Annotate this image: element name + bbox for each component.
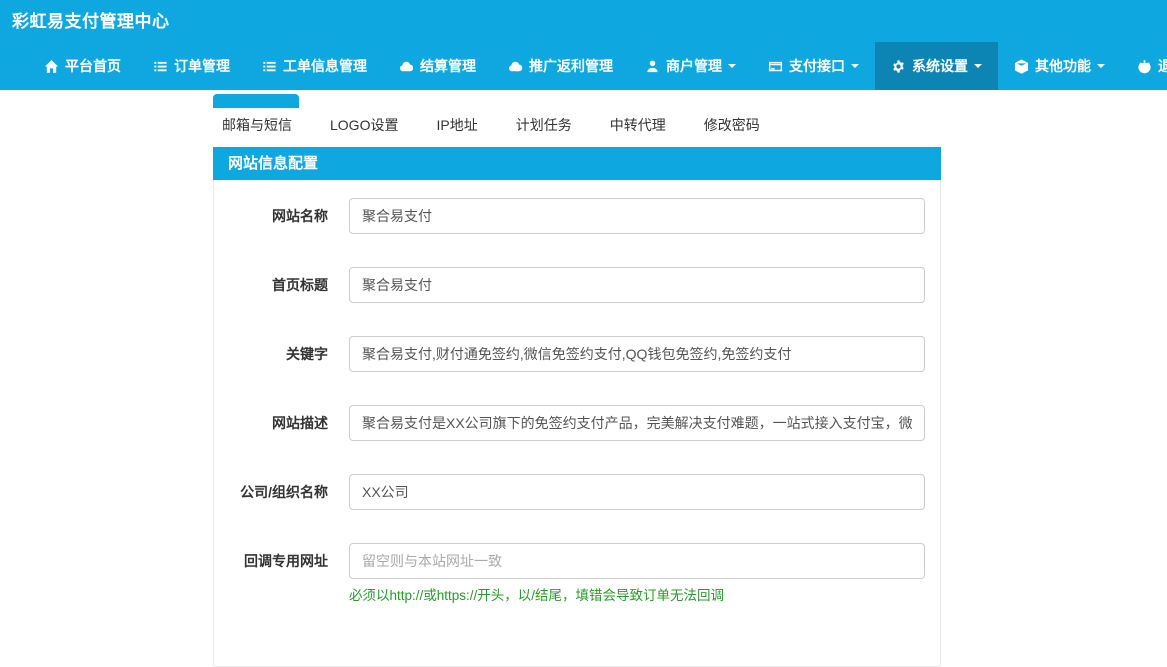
field-label: 网站描述 — [229, 405, 328, 441]
tab-email-sms[interactable]: 邮箱与短信 — [222, 115, 292, 135]
cloud-icon — [399, 59, 414, 74]
form-row-home-title: 首页标题 — [229, 267, 925, 303]
top-header: 彩虹易支付管理中心 平台首页 订单管理 工单信息管理 结算管理 — [0, 0, 1167, 90]
nav-label: 商户管理 — [666, 56, 722, 76]
nav-item-logout[interactable]: 退出登录 — [1121, 42, 1167, 90]
user-icon — [645, 59, 660, 74]
panel-title: 网站信息配置 — [213, 147, 941, 180]
nav-item-home[interactable]: 平台首页 — [28, 42, 137, 90]
nav-item-promotion-rebate[interactable]: 推广返利管理 — [492, 42, 629, 90]
home-title-input[interactable] — [349, 267, 925, 303]
form-row-callback-url: 回调专用网址 必须以http://或https://开头，以/结尾，填错会导致订… — [229, 543, 925, 604]
site-info-form: 网站名称 首页标题 关键字 网站描述 — [214, 180, 940, 647]
company-name-input[interactable] — [349, 474, 925, 510]
nav-item-settlement[interactable]: 结算管理 — [383, 42, 492, 90]
nav-item-system-settings[interactable]: 系统设置 — [875, 42, 998, 90]
field-label: 首页标题 — [229, 267, 328, 303]
nav-label: 结算管理 — [420, 56, 476, 76]
nav-item-payment-api[interactable]: 支付接口 — [752, 42, 875, 90]
nav-label: 其他功能 — [1035, 56, 1091, 76]
nav-label: 系统设置 — [912, 56, 968, 76]
form-row-keywords: 关键字 — [229, 336, 925, 372]
list-icon — [262, 59, 277, 74]
site-info-panel: 网站信息配置 网站名称 首页标题 关键字 网站 — [213, 147, 941, 667]
field-label: 回调专用网址 — [229, 543, 328, 579]
callback-url-help-text: 必须以http://或https://开头，以/结尾，填错会导致订单无法回调 — [349, 584, 925, 604]
tab-ip-address[interactable]: IP地址 — [436, 115, 477, 135]
site-name-input[interactable] — [349, 198, 925, 234]
power-icon — [1137, 59, 1152, 74]
cube-icon — [1014, 59, 1029, 74]
chevron-down-icon — [728, 64, 736, 68]
active-tab-indicator[interactable] — [213, 94, 299, 108]
nav-item-tickets[interactable]: 工单信息管理 — [246, 42, 383, 90]
card-icon — [768, 59, 783, 74]
nav-label: 退出登录 — [1158, 56, 1167, 76]
chevron-down-icon — [974, 64, 982, 68]
settings-tabs: 邮箱与短信 LOGO设置 IP地址 计划任务 中转代理 修改密码 — [213, 115, 941, 135]
site-description-input[interactable] — [349, 405, 925, 441]
nav-item-merchants[interactable]: 商户管理 — [629, 42, 752, 90]
keywords-input[interactable] — [349, 336, 925, 372]
form-row-company-name: 公司/组织名称 — [229, 474, 925, 510]
nav-label: 推广返利管理 — [529, 56, 613, 76]
nav-label: 平台首页 — [65, 56, 121, 76]
tab-cron-tasks[interactable]: 计划任务 — [516, 115, 572, 135]
form-row-site-name: 网站名称 — [229, 198, 925, 234]
home-icon — [44, 59, 59, 74]
tab-relay-proxy[interactable]: 中转代理 — [610, 115, 666, 135]
gear-icon — [891, 59, 906, 74]
form-row-description: 网站描述 — [229, 405, 925, 441]
chevron-down-icon — [1097, 64, 1105, 68]
list-icon — [153, 59, 168, 74]
cloud-icon — [508, 59, 523, 74]
field-label: 公司/组织名称 — [229, 474, 328, 510]
field-label: 关键字 — [229, 336, 328, 372]
nav-item-other-functions[interactable]: 其他功能 — [998, 42, 1121, 90]
main-nav: 平台首页 订单管理 工单信息管理 结算管理 推广返利管理 — [0, 42, 1167, 90]
tab-change-password[interactable]: 修改密码 — [704, 115, 760, 135]
chevron-down-icon — [851, 64, 859, 68]
tab-logo[interactable]: LOGO设置 — [330, 115, 398, 135]
nav-label: 订单管理 — [174, 56, 230, 76]
field-label: 网站名称 — [229, 198, 328, 234]
app-title: 彩虹易支付管理中心 — [0, 0, 1167, 42]
nav-label: 工单信息管理 — [283, 56, 367, 76]
nav-label: 支付接口 — [789, 56, 845, 76]
main-content: 邮箱与短信 LOGO设置 IP地址 计划任务 中转代理 修改密码 网站信息配置 … — [213, 90, 941, 667]
callback-url-input[interactable] — [349, 543, 925, 579]
nav-item-orders[interactable]: 订单管理 — [137, 42, 246, 90]
